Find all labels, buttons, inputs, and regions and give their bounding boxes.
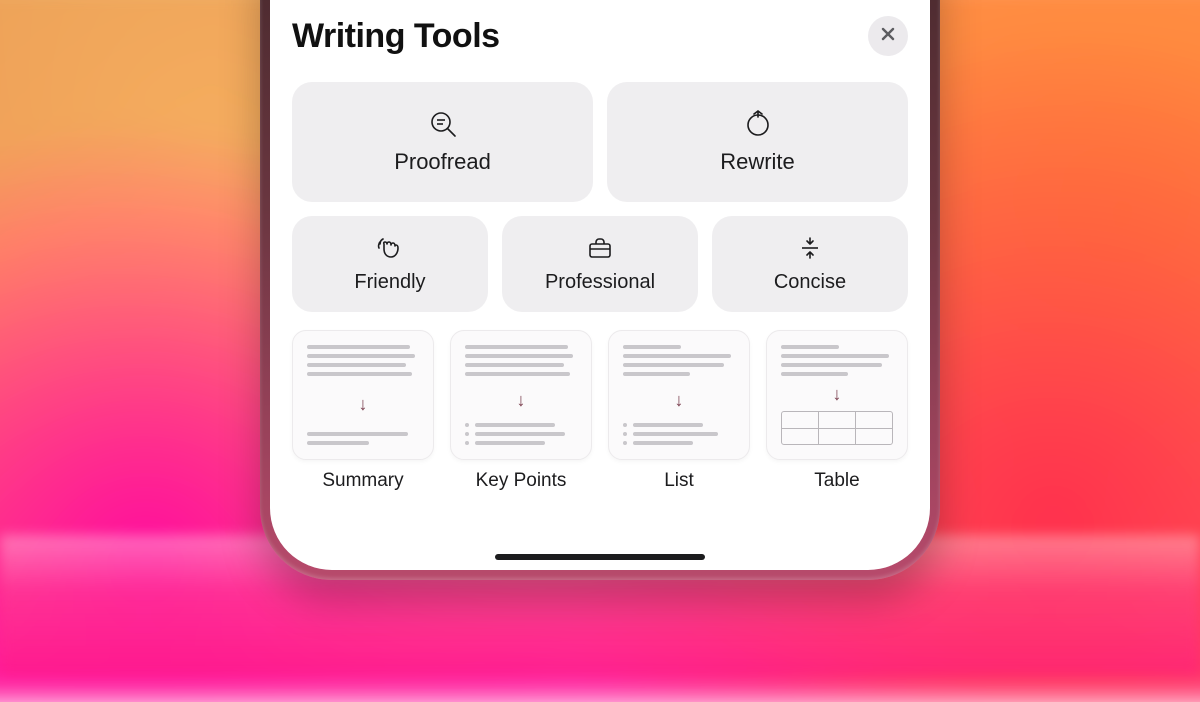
briefcase-icon	[587, 235, 613, 261]
list-card: ↓	[608, 330, 750, 460]
concise-icon	[797, 235, 823, 261]
concise-button[interactable]: Concise	[712, 216, 908, 312]
concise-label: Concise	[774, 271, 846, 294]
tone-row: Friendly Professional Concise	[292, 216, 908, 312]
screen: Writing Tools Proofread Rewrite	[270, 0, 930, 570]
professional-button[interactable]: Professional	[502, 216, 698, 312]
keypoints-button[interactable]: ↓ Key Points	[450, 330, 592, 492]
friendly-label: Friendly	[354, 271, 425, 294]
iphone-frame: Writing Tools Proofread Rewrite	[260, 0, 940, 580]
arrow-down-icon: ↓	[359, 395, 368, 413]
arrow-down-icon: ↓	[675, 391, 684, 409]
format-row: ↓ Summary ↓	[292, 330, 908, 492]
proofread-label: Proofread	[394, 149, 491, 175]
table-card: ↓	[766, 330, 908, 460]
magnifier-text-icon	[428, 109, 458, 139]
table-preview-icon	[781, 345, 893, 376]
keypoints-preview-icon	[465, 345, 577, 376]
sheet-title: Writing Tools	[292, 17, 500, 56]
keypoints-card: ↓	[450, 330, 592, 460]
summary-label: Summary	[322, 470, 403, 492]
arrow-down-icon: ↓	[517, 391, 526, 409]
primary-actions-row: Proofread Rewrite	[292, 82, 908, 202]
rewrite-icon	[743, 109, 773, 139]
close-icon	[880, 26, 896, 47]
summary-button[interactable]: ↓ Summary	[292, 330, 434, 492]
proofread-button[interactable]: Proofread	[292, 82, 593, 202]
summary-result-icon	[307, 432, 419, 445]
summary-preview-icon	[307, 345, 419, 376]
rewrite-label: Rewrite	[720, 149, 795, 175]
home-indicator[interactable]	[495, 554, 705, 560]
arrow-down-icon: ↓	[833, 385, 842, 403]
list-result-icon	[623, 423, 735, 445]
table-button[interactable]: ↓ Table	[766, 330, 908, 492]
list-preview-icon	[623, 345, 735, 376]
table-result-icon	[781, 411, 893, 445]
professional-label: Professional	[545, 271, 655, 294]
list-button[interactable]: ↓ List	[608, 330, 750, 492]
sheet-header: Writing Tools	[292, 16, 908, 56]
summary-card: ↓	[292, 330, 434, 460]
keypoints-result-icon	[465, 423, 577, 445]
keypoints-label: Key Points	[476, 470, 567, 492]
rewrite-button[interactable]: Rewrite	[607, 82, 908, 202]
list-label: List	[664, 470, 694, 492]
friendly-button[interactable]: Friendly	[292, 216, 488, 312]
close-button[interactable]	[868, 16, 908, 56]
hand-wave-icon	[377, 235, 403, 261]
table-label: Table	[814, 470, 859, 492]
